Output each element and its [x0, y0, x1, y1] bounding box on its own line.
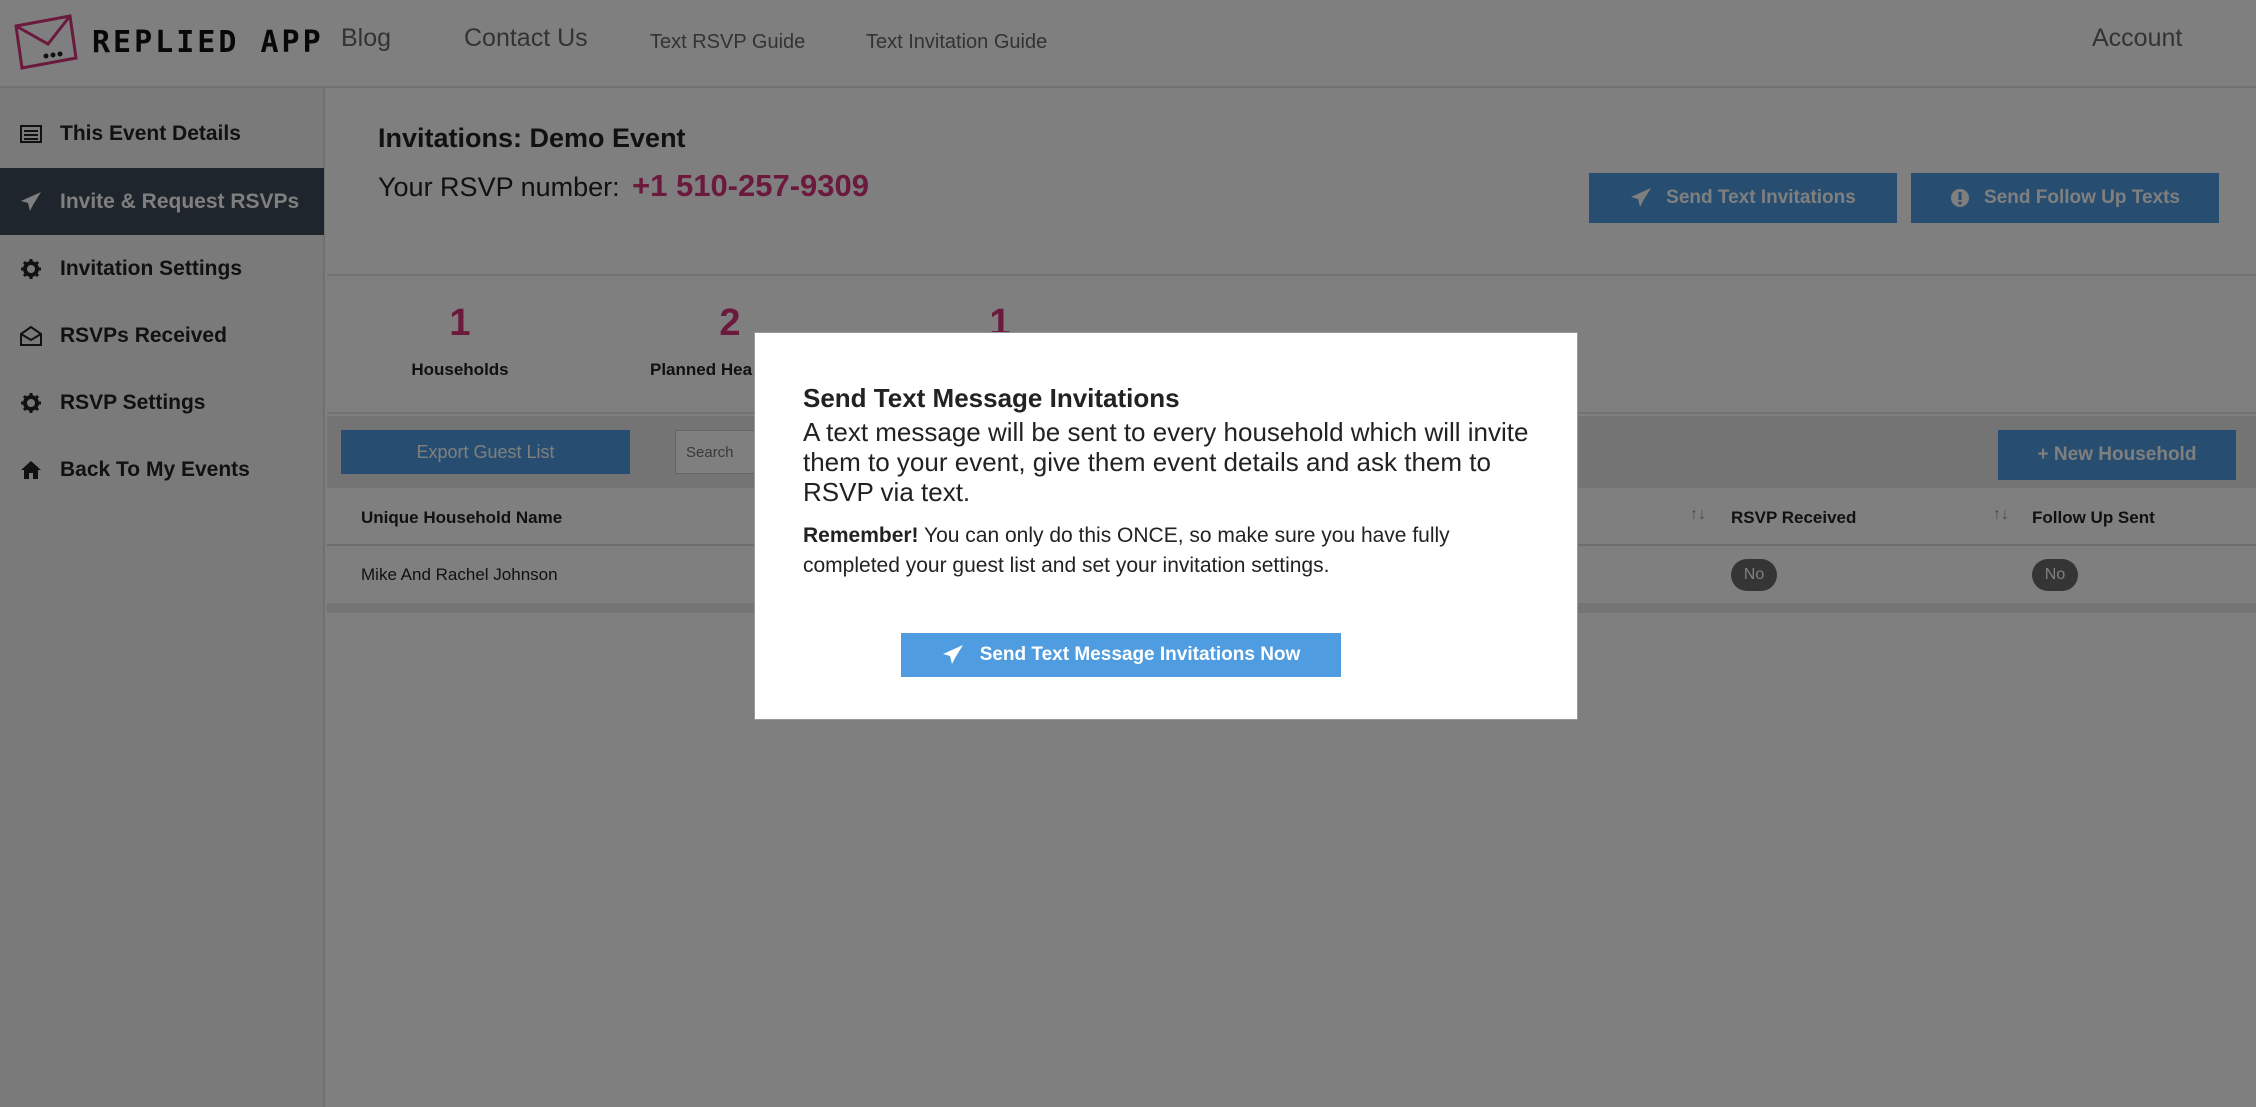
button-label: Send Text Message Invitations Now: [979, 644, 1301, 665]
modal-title: Send Text Message Invitations: [803, 383, 1180, 413]
send-invitations-modal: Send Text Message Invitations A text mes…: [754, 332, 1578, 720]
send-invitations-now-button[interactable]: Send Text Message Invitations Now: [901, 633, 1341, 677]
modal-note-bold: Remember!: [803, 524, 919, 547]
modal-description: A text message will be sent to every hou…: [803, 417, 1529, 507]
modal-note: Remember! You can only do this ONCE, so …: [803, 521, 1523, 581]
paper-plane-icon: [942, 644, 964, 666]
